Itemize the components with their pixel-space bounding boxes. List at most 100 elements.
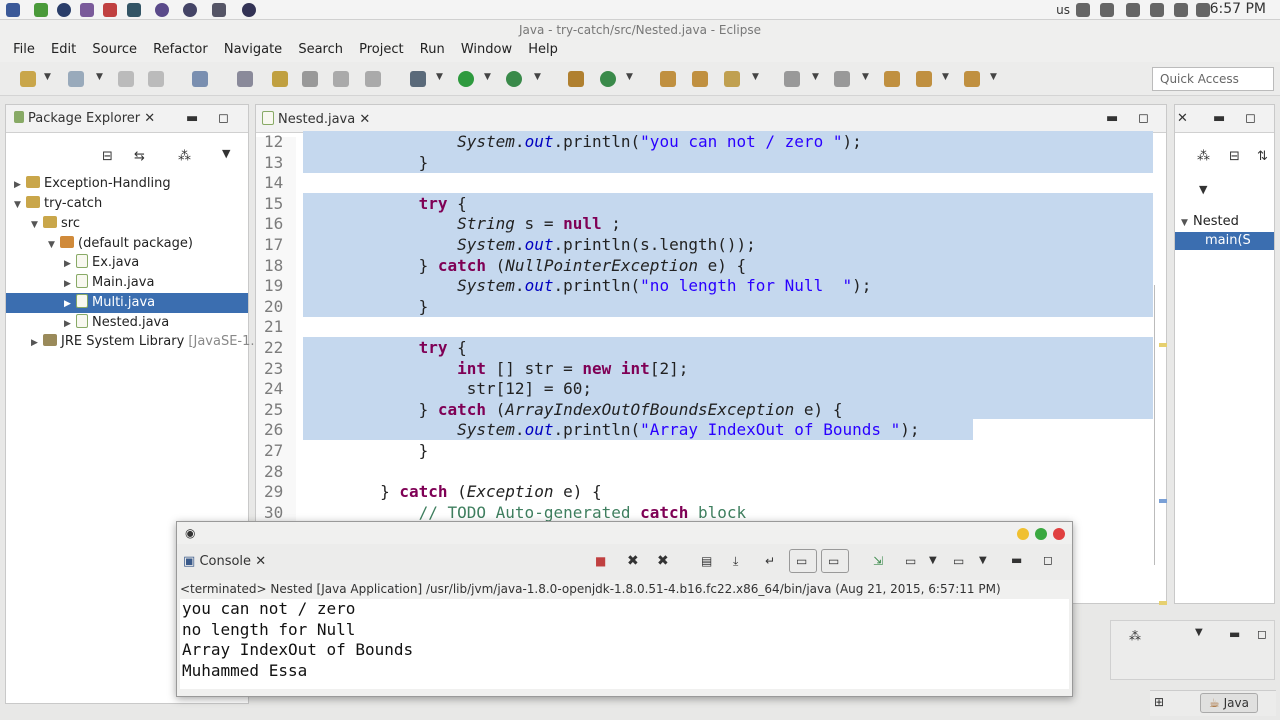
maximize-icon[interactable]: ◻ (218, 111, 229, 126)
display-icon[interactable] (1100, 3, 1114, 17)
code-line[interactable]: 23 int [] str = new int[2]; (256, 357, 1153, 379)
code-line[interactable]: 27 } (256, 440, 1151, 461)
previous-annotation-icon[interactable] (834, 71, 850, 87)
warning-marker[interactable] (1159, 343, 1167, 347)
console-output[interactable]: you can not / zero no length for Null Ar… (180, 599, 1069, 689)
app-icon[interactable] (242, 3, 256, 17)
dropdown-arrow-icon[interactable]: ▼ (626, 72, 633, 82)
collapse-all-icon[interactable]: ⊟ (1229, 149, 1240, 164)
highlight-icon[interactable] (272, 71, 288, 87)
code-line[interactable]: 19 System.out.println("no length for Nul… (256, 275, 1153, 297)
display-selected-console-icon[interactable]: ▭ (905, 554, 916, 568)
tree-item[interactable]: ▼ src (6, 214, 248, 234)
back-icon[interactable] (916, 71, 932, 87)
tab-package-explorer[interactable]: Package Explorer ✕ (14, 111, 155, 126)
dropdown-arrow-icon[interactable]: ▼ (534, 72, 541, 82)
maximize-icon[interactable]: ◻ (1138, 111, 1149, 126)
dropdown-arrow-icon[interactable]: ▼ (96, 72, 103, 82)
menu-source[interactable]: Source (87, 40, 142, 57)
app-icon[interactable] (183, 3, 197, 17)
sort-icon[interactable]: ⇅ (1257, 149, 1268, 164)
open-perspective-icon[interactable]: ⊞ (1154, 695, 1164, 709)
dropdown-arrow-icon[interactable]: ▼ (812, 72, 819, 82)
code-line[interactable]: 22 try { (256, 337, 1153, 358)
code-line[interactable]: 16 String s = null ; (256, 213, 1153, 235)
code-line[interactable]: 13 } (256, 151, 1153, 173)
filter-icon[interactable]: ⁂ (1129, 629, 1141, 643)
last-edit-icon[interactable] (884, 71, 900, 87)
app-icon[interactable] (34, 3, 48, 17)
window-menu-icon[interactable]: ◉ (185, 526, 195, 540)
tree-item[interactable]: ▶ Nested.java (6, 313, 248, 333)
menu-search[interactable]: Search (293, 40, 348, 57)
maximize-icon[interactable]: ◻ (1257, 627, 1267, 641)
debug-icon[interactable] (410, 71, 426, 87)
minimize-icon[interactable]: ▬ (186, 111, 198, 126)
dropdown-arrow-icon[interactable]: ▼ (990, 72, 997, 82)
filter-icon[interactable]: ⁂ (1197, 149, 1210, 164)
close-window-button[interactable] (1053, 528, 1065, 540)
new-icon[interactable] (20, 71, 36, 87)
expand-arrow-icon[interactable]: ▶ (64, 314, 76, 334)
dropdown-arrow-icon[interactable]: ▼ (484, 72, 491, 82)
tab-console[interactable]: ▣ Console ✕ (183, 554, 266, 569)
app-icon[interactable] (212, 3, 226, 17)
block-select-icon[interactable] (333, 71, 349, 87)
expand-arrow-icon[interactable]: ▶ (31, 333, 43, 353)
minimize-icon[interactable]: ▬ (1011, 553, 1022, 567)
view-menu-icon[interactable]: ▼ (1195, 627, 1203, 638)
code-line[interactable]: 25 } catch (ArrayIndexOutOfBoundsExcepti… (256, 398, 1153, 420)
keyboard-layout[interactable]: us (1056, 3, 1070, 17)
app-icon[interactable] (155, 3, 169, 17)
java-perspective-button[interactable]: ☕ Java (1200, 693, 1258, 713)
app-icon[interactable] (80, 3, 94, 17)
remove-launch-icon[interactable]: ✖ (627, 553, 639, 569)
tree-item-selected[interactable]: ▶ Multi.java (6, 293, 248, 313)
code-line[interactable]: 26 System.out.println("Array IndexOut of… (256, 419, 1153, 441)
open-console-icon[interactable]: ▭ (953, 554, 964, 568)
app-icon[interactable] (127, 3, 141, 17)
minimize-icon[interactable]: ▬ (1106, 111, 1118, 126)
pin-icon[interactable] (237, 71, 253, 87)
tree-item[interactable]: ▶ Ex.java (6, 253, 248, 273)
menu-refactor[interactable]: Refactor (148, 40, 213, 57)
next-annotation-icon[interactable] (784, 71, 800, 87)
app-icon[interactable] (57, 3, 71, 17)
remove-all-terminated-icon[interactable]: ✖ (657, 553, 669, 569)
open-type-icon[interactable] (68, 71, 84, 87)
collapse-arrow-icon[interactable]: ▼ (31, 215, 43, 235)
filter-icon[interactable]: ⁂ (178, 149, 191, 164)
tree-item[interactable]: ▼ try-catch (6, 194, 248, 214)
menu-project[interactable]: Project (354, 40, 408, 57)
dropdown-arrow-icon[interactable]: ▼ (862, 72, 869, 82)
collapse-all-icon[interactable]: ⊟ (102, 149, 113, 164)
expand-arrow-icon[interactable]: ▶ (14, 175, 26, 195)
open-task-icon[interactable] (692, 71, 708, 87)
show-whitespace-icon[interactable] (365, 71, 381, 87)
clock[interactable]: 6:57 PM (1210, 1, 1266, 17)
code-line[interactable]: 20 } (256, 295, 1153, 317)
expand-arrow-icon[interactable]: ▶ (64, 294, 76, 314)
search-icon[interactable] (724, 71, 740, 87)
menu-edit[interactable]: Edit (46, 40, 81, 57)
code-line[interactable]: 30 // TODO Auto-generated catch block (256, 502, 1151, 523)
menu-file[interactable]: File (8, 40, 40, 57)
new-class-icon[interactable] (600, 71, 616, 87)
open-type-icon[interactable] (660, 71, 676, 87)
tab-nested-java[interactable]: Nested.java ✕ (262, 111, 370, 127)
code-line[interactable]: 28 (256, 461, 1151, 482)
dropdown-arrow-icon[interactable]: ▼ (929, 555, 937, 566)
tree-item[interactable]: ▼ (default package) (6, 234, 248, 254)
code-line[interactable]: 17 System.out.println(s.length()); (256, 234, 1153, 255)
battery-icon[interactable] (1196, 3, 1210, 17)
terminate-icon[interactable]: ■ (595, 554, 606, 568)
collapse-arrow-icon[interactable]: ▼ (14, 195, 26, 215)
maximize-icon[interactable]: ◻ (1043, 553, 1053, 567)
outline-item-selected[interactable]: main(S (1175, 232, 1274, 250)
maximize-icon[interactable]: ◻ (1245, 111, 1256, 126)
menu-help[interactable]: Help (523, 40, 563, 57)
close-icon[interactable]: ✕ (255, 554, 266, 569)
menu-navigate[interactable]: Navigate (219, 40, 287, 57)
coverage-icon[interactable] (506, 71, 522, 87)
forward-icon[interactable] (964, 71, 980, 87)
